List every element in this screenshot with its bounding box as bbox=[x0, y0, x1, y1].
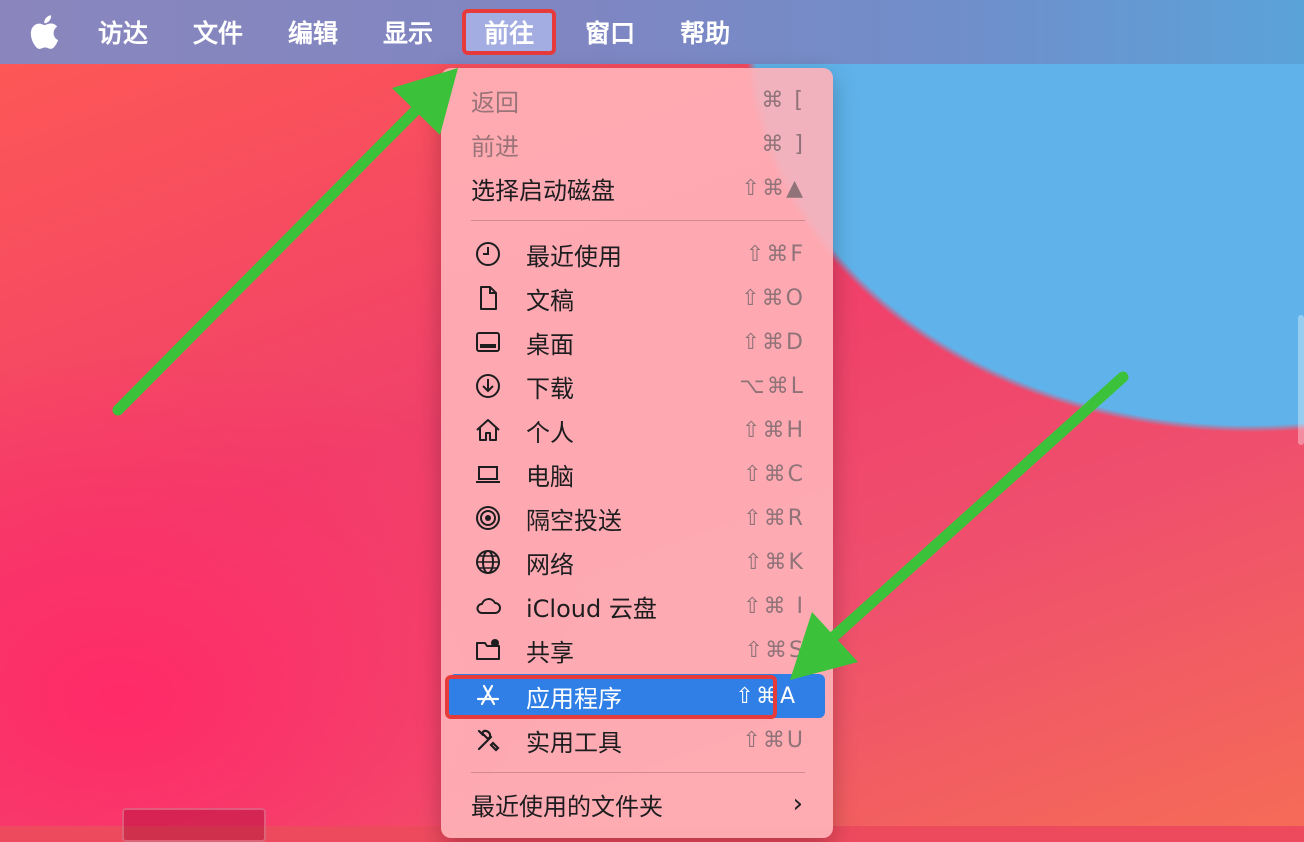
menu-item-label: 隔空投送 bbox=[526, 506, 622, 535]
globe-icon bbox=[476, 550, 500, 574]
tools-icon bbox=[477, 729, 500, 752]
menu-item-label: 下载 bbox=[526, 374, 574, 403]
menu-item-label: 桌面 bbox=[526, 330, 574, 359]
menu-item-shortcut: ⇧⌘C bbox=[743, 461, 805, 487]
menu-item-label: 电脑 bbox=[526, 462, 574, 491]
laptop-icon bbox=[476, 466, 500, 483]
menu-item-shortcut: ⇧⌘D bbox=[741, 329, 805, 355]
chevron-right-icon: › bbox=[792, 789, 805, 819]
menu-file[interactable]: 文件 bbox=[177, 9, 259, 55]
menu-item-shortcut: ⇧⌘R bbox=[743, 505, 805, 531]
menu-item-label: 实用工具 bbox=[526, 728, 622, 757]
menu-item-label: 前进 bbox=[471, 132, 519, 161]
menu-item-startup-disk[interactable]: 选择启动磁盘 ⇧⌘▲ bbox=[441, 166, 833, 210]
menu-item-home[interactable]: 个人 ⇧⌘H bbox=[441, 408, 833, 452]
home-icon bbox=[476, 419, 500, 441]
menu-go[interactable]: 前往 bbox=[462, 9, 557, 55]
go-menu-dropdown: 返回 ⌘ [ 前进 ⌘ ] 选择启动磁盘 ⇧⌘▲ 最近使用 ⇧⌘F 文稿 ⇧⌘O… bbox=[441, 68, 833, 838]
scrollbar-hint bbox=[1298, 315, 1304, 445]
menu-item-label: iCloud 云盘 bbox=[526, 594, 657, 623]
apple-icon bbox=[30, 15, 59, 49]
menu-item-label: 文稿 bbox=[526, 286, 574, 315]
menu-item-label: 网络 bbox=[526, 550, 574, 579]
desktop-icon bbox=[476, 332, 500, 352]
cloud-icon bbox=[476, 598, 501, 614]
menu-item-computer[interactable]: 电脑 ⇧⌘C bbox=[441, 452, 833, 496]
clock-icon bbox=[476, 242, 500, 266]
menu-help[interactable]: 帮助 bbox=[664, 9, 746, 55]
menu-item-utilities[interactable]: 实用工具 ⇧⌘U bbox=[441, 718, 833, 762]
menu-item-label: 返回 bbox=[471, 88, 519, 117]
menu-item-shortcut: ⇧⌘ I bbox=[743, 593, 805, 619]
menu-item-shared[interactable]: 共享 ⇧⌘S bbox=[441, 628, 833, 672]
menu-bar: 访达 文件 编辑 显示 前往 窗口 帮助 bbox=[0, 0, 1304, 64]
menu-item-shortcut: ⇧⌘O bbox=[741, 285, 805, 311]
menu-separator bbox=[471, 220, 805, 221]
menu-item-shortcut: ⇧⌘F bbox=[745, 241, 805, 267]
desktop-item bbox=[122, 808, 266, 842]
menu-item-documents[interactable]: 文稿 ⇧⌘O bbox=[441, 276, 833, 320]
menu-finder[interactable]: 访达 bbox=[82, 9, 164, 55]
menu-item-shortcut: ⌘ ] bbox=[761, 131, 805, 157]
menu-item-label: 选择启动磁盘 bbox=[471, 176, 615, 205]
menu-item-label: 最近使用 bbox=[526, 242, 622, 271]
menu-item-shortcut: ⇧⌘▲ bbox=[741, 175, 805, 201]
menu-item-shortcut: ⇧⌘U bbox=[742, 727, 805, 753]
menu-item-icloud-drive[interactable]: iCloud 云盘 ⇧⌘ I bbox=[441, 584, 833, 628]
menu-item-airdrop[interactable]: 隔空投送 ⇧⌘R bbox=[441, 496, 833, 540]
menu-item-shortcut: ⇧⌘S bbox=[744, 637, 805, 663]
menu-item-shortcut: ⇧⌘K bbox=[744, 549, 805, 575]
menu-item-forward[interactable]: 前进 ⌘ ] bbox=[441, 122, 833, 166]
menu-item-shortcut: ⌘ [ bbox=[761, 87, 805, 113]
shared-folder-icon bbox=[476, 639, 500, 660]
menu-item-label: 个人 bbox=[526, 418, 574, 447]
menu-window[interactable]: 窗口 bbox=[569, 9, 651, 55]
apple-menu[interactable] bbox=[24, 12, 64, 52]
menu-separator bbox=[471, 772, 805, 773]
menu-item-back[interactable]: 返回 ⌘ [ bbox=[441, 78, 833, 122]
menu-item-label: 最近使用的文件夹 bbox=[471, 792, 663, 821]
menu-item-downloads[interactable]: 下载 ⌥⌘L bbox=[441, 364, 833, 408]
menu-item-desktop[interactable]: 桌面 ⇧⌘D bbox=[441, 320, 833, 364]
menu-view[interactable]: 显示 bbox=[367, 9, 449, 55]
download-icon bbox=[476, 374, 500, 398]
menu-item-network[interactable]: 网络 ⇧⌘K bbox=[441, 540, 833, 584]
menu-item-label: 共享 bbox=[526, 638, 574, 667]
menu-item-recent-folders[interactable]: 最近使用的文件夹 › bbox=[441, 782, 833, 826]
menu-item-shortcut: ⇧⌘H bbox=[742, 417, 805, 443]
airdrop-icon bbox=[476, 506, 500, 530]
menu-item-recents[interactable]: 最近使用 ⇧⌘F bbox=[441, 232, 833, 276]
document-icon bbox=[480, 286, 497, 310]
highlight-box-applications bbox=[445, 675, 777, 719]
menu-edit[interactable]: 编辑 bbox=[272, 9, 354, 55]
menu-item-shortcut: ⌥⌘L bbox=[739, 373, 805, 399]
